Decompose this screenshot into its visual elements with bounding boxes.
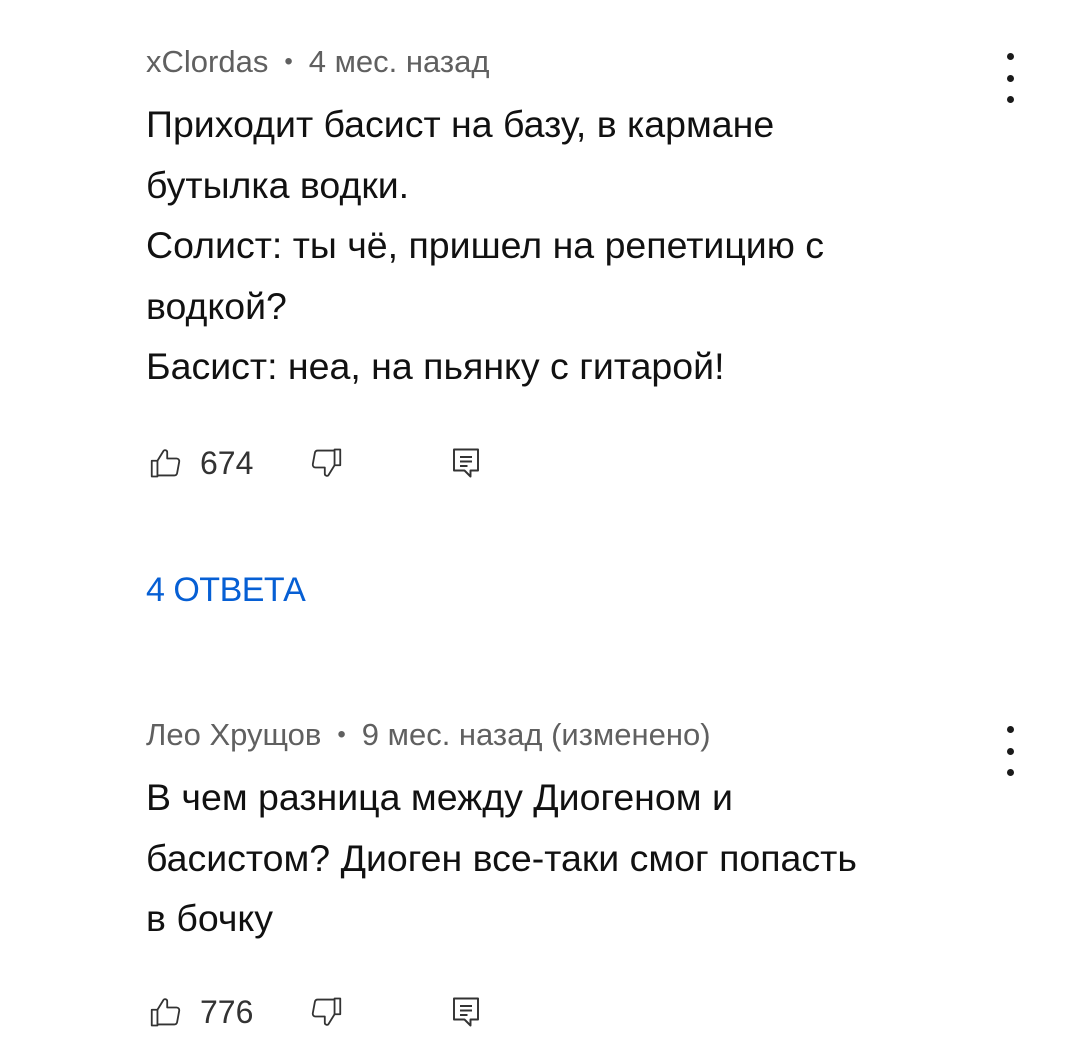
like-button[interactable] <box>146 992 186 1032</box>
like-count: 674 <box>200 444 254 481</box>
more-options-button[interactable] <box>998 726 1022 776</box>
more-vert-dot <box>1006 726 1014 733</box>
comment-meta: xClordas • 4 мес. назад <box>146 42 1040 82</box>
dislike-button[interactable] <box>306 992 346 1032</box>
thumb-up-icon <box>150 998 181 1027</box>
comment-actions: 674 <box>146 441 486 485</box>
reply-button[interactable] <box>446 443 486 483</box>
comment-time: 9 мес. назад (изменено) <box>361 717 711 752</box>
comment-2: Лео Хрущов • 9 мес. назад (изменено) В чем… <box>146 715 1040 949</box>
comment-text: Приходит басист на базу, в кармане бутыл… <box>146 103 825 387</box>
more-vert-dot <box>1006 96 1014 103</box>
like-button[interactable] <box>146 443 186 483</box>
comment-meta: Лео Хрущов • 9 мес. назад (изменено) <box>146 715 1040 755</box>
more-vert-dot <box>1006 747 1014 755</box>
comment-time: 4 мес. назад <box>308 44 490 79</box>
dislike-button[interactable] <box>306 443 346 483</box>
comment-text: В чем разница между Диогеном и басистом?… <box>146 776 857 939</box>
more-options-button[interactable] <box>998 53 1022 103</box>
more-vert-dot <box>1006 53 1014 60</box>
more-vert-dot <box>1006 769 1014 776</box>
view-replies-button[interactable]: 4 ОТВЕТА <box>146 571 306 610</box>
meta-separator: • <box>284 48 293 75</box>
comment-author[interactable]: xClordas <box>146 44 268 79</box>
comment-author[interactable]: Лео Хрущов <box>146 717 321 752</box>
like-count: 776 <box>200 993 254 1030</box>
thumb-up-icon <box>150 449 181 478</box>
more-vert-dot <box>1006 74 1014 82</box>
comment-actions: 776 <box>146 990 486 1034</box>
reply-comment-icon <box>453 448 479 478</box>
reply-comment-icon <box>453 997 479 1027</box>
thumb-down-icon <box>311 997 342 1026</box>
meta-separator: • <box>337 721 346 748</box>
comment-1: xClordas • 4 мес. назад Приходит басист на… <box>146 42 1040 397</box>
reply-button[interactable] <box>446 992 486 1032</box>
thumb-down-icon <box>311 448 342 477</box>
